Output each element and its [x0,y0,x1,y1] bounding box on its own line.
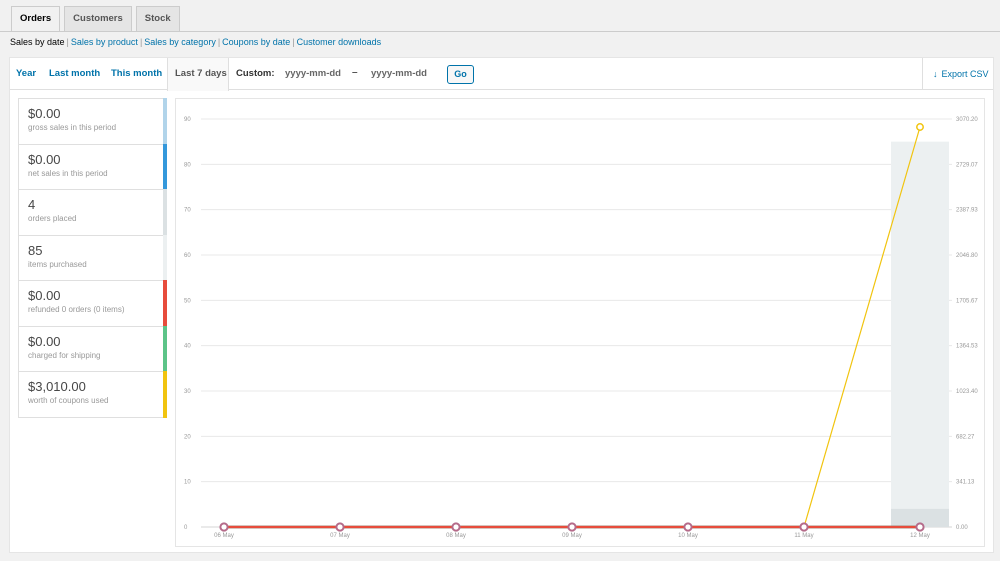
x-tick-label: 09 May [562,533,582,539]
y-left-tick-label: 90 [184,117,191,123]
y-left-tick-label: 30 [184,389,191,395]
legend-value: $0.00 [28,106,61,121]
legend-swatch [163,234,167,281]
subnav-sales-by-date: Sales by date [10,37,65,47]
sales-chart: 0 10 20 30 40 50 60 70 80 90 0.00 341.13 682.27 1023.… [175,98,985,547]
point-coupons [916,123,924,131]
custom-range-label: Custom: [236,68,275,79]
download-arrow-icon: ↓ [933,69,938,79]
chart-legend: $0.00 gross sales in this period $0.00 n… [18,98,167,418]
y-right-tick-label: 682.27 [956,434,975,440]
legend-swatch [163,280,167,327]
tab-stock[interactable]: Stock [135,6,180,31]
y-right-tick-label: 2387.93 [956,208,978,214]
legend-item-gross-sales[interactable]: $0.00 gross sales in this period [19,98,167,145]
legend-item-orders-placed[interactable]: 4 orders placed [19,189,167,236]
legend-value: 85 [28,242,43,258]
tab-orders[interactable]: Orders [11,6,61,32]
legend-value: $0.00 [28,288,61,303]
legend-value: $0.00 [28,333,61,349]
bar-items [891,141,949,527]
point-refunds [915,522,925,532]
legend-swatch [163,189,167,236]
y-right-tick-label: 1705.67 [956,298,978,304]
range-last-7-days[interactable]: Last 7 days [167,58,229,91]
y-left-tick-label: 20 [184,434,191,440]
y-left-tick-label: 60 [184,253,191,259]
point-refunds [567,522,577,532]
legend-value: $3,010.00 [28,379,86,394]
date-range-dash: – [352,67,358,78]
y-left-tick-label: 50 [184,298,191,304]
date-range-bar: Year Last month This month Last 7 days C… [10,58,993,91]
range-last-month[interactable]: Last month [49,58,100,90]
point-refunds [799,522,809,532]
legend-swatch [163,325,167,372]
legend-label: gross sales in this period [28,123,117,132]
subnav-customer-downloads[interactable]: Customer downloads [297,37,382,47]
tabs-divider [0,31,1000,32]
legend-swatch [163,371,167,418]
legend-label: worth of coupons used [28,396,109,405]
legend-item-items-purchased[interactable]: 85 items purchased [19,234,167,281]
subnav-sales-by-category[interactable]: Sales by category [144,37,216,47]
legend-swatch [163,143,167,190]
point-refunds [451,522,461,532]
line-coupons [224,126,921,528]
y-left-tick-label: 10 [184,480,191,486]
y-left-tick-label: 70 [184,208,191,214]
range-this-month[interactable]: This month [111,58,162,90]
x-tick-label: 10 May [678,533,698,539]
range-year[interactable]: Year [16,58,36,90]
end-date-input[interactable]: yyyy-mm-dd [371,67,427,81]
y-right-tick-label: 2729.07 [956,162,978,168]
point-refunds [219,522,229,532]
report-subnav: Sales by date | Sales by product | Sales by … [10,37,382,47]
y-right-tick-label: 0.00 [956,525,968,531]
x-tick-label: 11 May [794,533,813,539]
legend-item-shipping[interactable]: $0.00 charged for shipping [19,325,167,372]
export-csv-button[interactable]: ↓ Export CSV [922,58,993,90]
y-left-tick-label: 40 [184,344,191,350]
legend-swatch [163,98,167,145]
y-right-tick-label: 1023.40 [956,389,978,395]
x-tick-label: 06 May [214,533,234,539]
report-tabs: Orders Customers Stock [11,6,180,32]
x-tick-label: 12 May [910,533,930,539]
subnav-sales-by-product[interactable]: Sales by product [71,37,138,47]
export-csv-label: Export CSV [941,69,989,79]
subnav-coupons-by-date[interactable]: Coupons by date [222,37,290,47]
legend-item-net-sales[interactable]: $0.00 net sales in this period [19,143,167,190]
tab-customers[interactable]: Customers [64,6,132,31]
y-left-tick-label: 0 [184,525,188,531]
y-right-tick-label: 3070.20 [956,117,978,123]
point-refunds [683,522,693,532]
legend-value: $0.00 [28,151,61,167]
legend-label: charged for shipping [28,350,101,360]
y-left-tick-label: 80 [184,162,191,168]
sales-chart-svg: 0 10 20 30 40 50 60 70 80 90 0.00 341.13 682.27 1023.… [184,117,978,539]
y-right-tick-label: 1364.53 [956,344,978,350]
y-right-tick-label: 2046.80 [956,253,978,259]
point-refunds [335,522,345,532]
legend-label: items purchased [28,259,87,269]
legend-label: orders placed [28,214,77,223]
legend-label: refunded 0 orders (0 items) [28,305,125,314]
y-right-tick-label: 341.13 [956,480,975,486]
start-date-input[interactable]: yyyy-mm-dd [285,67,341,81]
go-button[interactable]: Go [447,65,474,84]
legend-label: net sales in this period [28,168,108,178]
legend-item-coupons[interactable]: $3,010.00 worth of coupons used [19,371,167,418]
legend-value: 4 [28,197,36,212]
x-tick-label: 07 May [330,533,350,539]
legend-item-refunded[interactable]: $0.00 refunded 0 orders (0 items) [19,280,167,327]
report-panel: Year Last month This month Last 7 days C… [9,57,994,553]
x-tick-label: 08 May [446,533,466,539]
